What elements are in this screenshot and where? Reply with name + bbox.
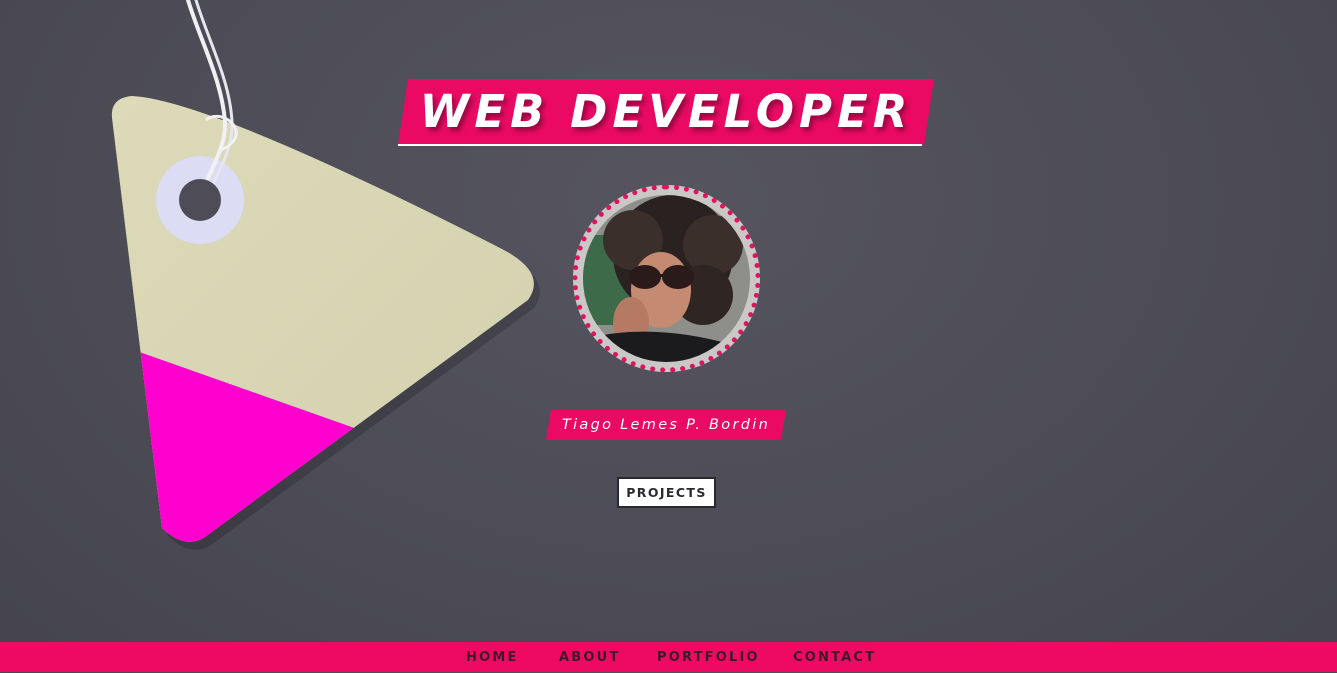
hero-section: WEB DEVELOPER Tiago Lemes P. Bordin PROJ… [0, 0, 1337, 642]
title-banner: WEB DEVELOPER [398, 79, 934, 147]
author-name: Tiago Lemes P. Bordin [561, 417, 771, 433]
nav-item-contact[interactable]: CONTACT [793, 642, 876, 672]
nav-item-portfolio[interactable]: PORTFOLIO [657, 642, 760, 672]
bottom-nav: HOME ABOUT PORTFOLIO CONTACT [0, 642, 1337, 672]
name-banner: Tiago Lemes P. Bordin [546, 410, 786, 440]
nav-item-about[interactable]: ABOUT [559, 642, 620, 672]
profile-photo [583, 195, 750, 362]
projects-button[interactable]: PROJECTS [617, 477, 716, 508]
avatar [573, 185, 760, 372]
nav-item-home[interactable]: HOME [466, 642, 519, 672]
page-title: WEB DEVELOPER [419, 85, 913, 138]
